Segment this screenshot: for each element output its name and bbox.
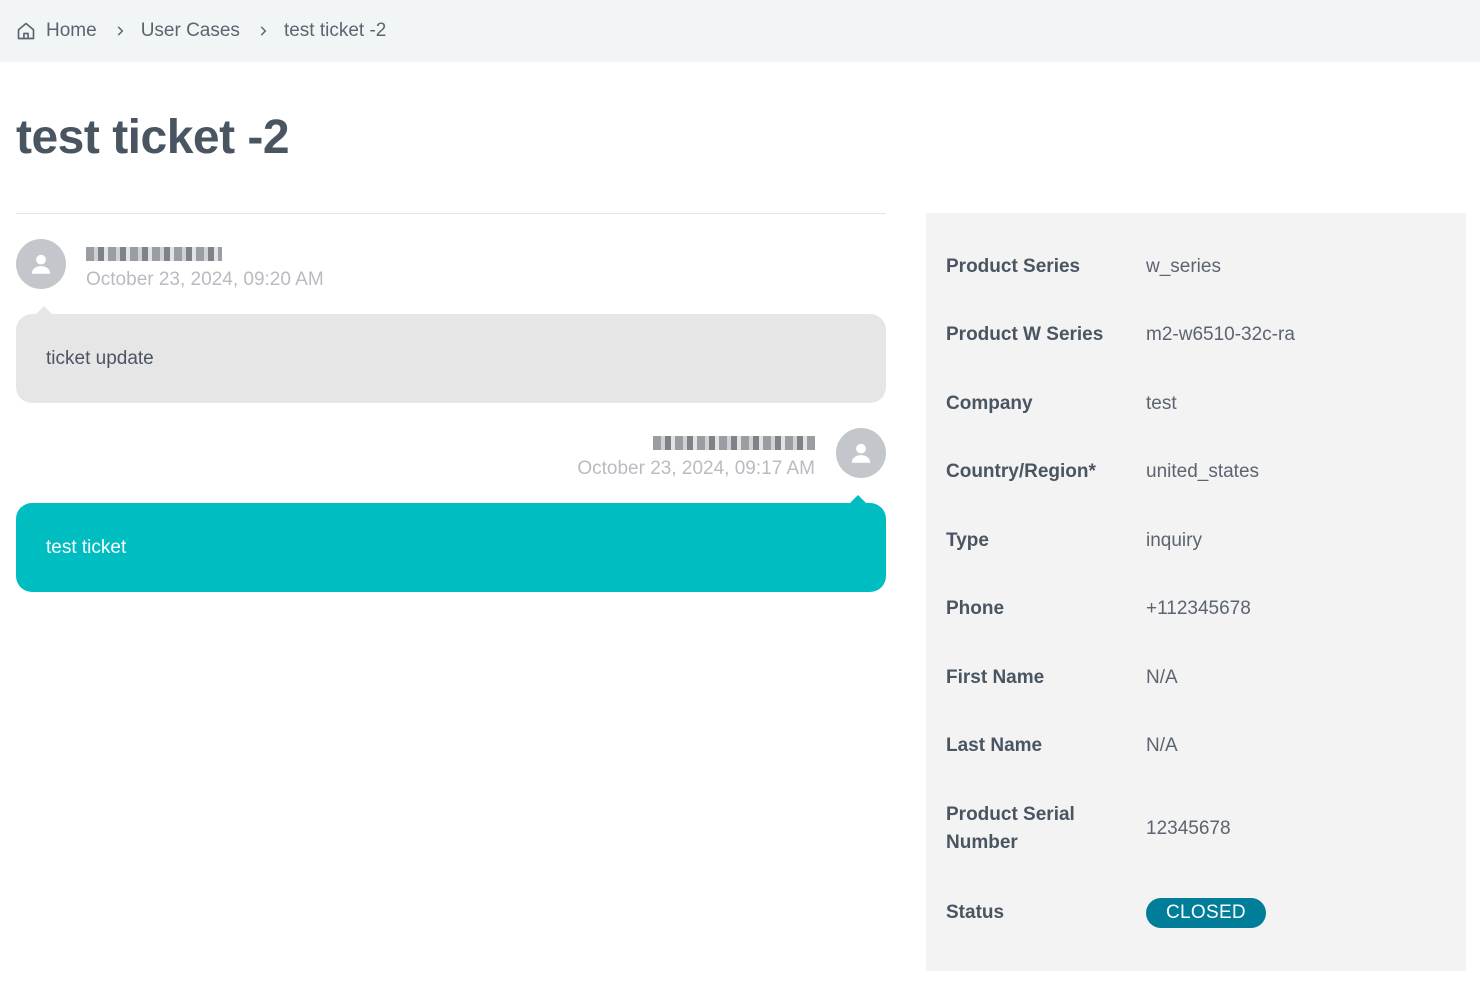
message-bubble: test ticket	[16, 495, 886, 592]
redacted-author-name	[653, 435, 815, 450]
detail-value: N/A	[1146, 735, 1178, 756]
message-time: October 23, 2024, 09:17 AM	[577, 458, 815, 479]
avatar	[836, 428, 886, 478]
bubble-tail	[850, 495, 866, 503]
breadcrumb-home-label: Home	[46, 20, 97, 41]
message-author	[653, 432, 815, 452]
breadcrumb-current: test ticket -2	[284, 20, 386, 42]
status-badge: CLOSED	[1146, 898, 1266, 928]
detail-row-last-name: Last Name N/A	[946, 732, 1446, 760]
detail-row-status: Status CLOSED	[946, 898, 1446, 928]
home-icon	[17, 22, 35, 40]
avatar	[16, 239, 66, 289]
detail-value: +112345678	[1146, 598, 1251, 619]
chevron-right-icon	[117, 26, 124, 36]
detail-value: 12345678	[1146, 818, 1231, 839]
detail-row-first-name: First Name N/A	[946, 664, 1446, 692]
message-author	[86, 243, 222, 263]
ticket-details-panel: Product Series w_series Product W Series…	[926, 213, 1466, 971]
detail-value: N/A	[1146, 667, 1178, 688]
detail-row-product-series: Product Series w_series	[946, 253, 1446, 281]
detail-row-product-serial-number: Product Serial Number 12345678	[946, 801, 1446, 857]
message-bubble: ticket update	[16, 306, 886, 403]
chevron-right-icon	[260, 26, 267, 36]
user-icon	[31, 254, 51, 274]
detail-label: Status	[946, 902, 1005, 923]
detail-value: w_series	[1146, 256, 1221, 277]
detail-label: Country/Region*	[946, 461, 1096, 482]
breadcrumb-user-cases[interactable]: User Cases	[141, 20, 240, 42]
detail-label: Product Series	[946, 256, 1081, 277]
divider	[16, 213, 886, 214]
breadcrumb-home[interactable]: Home	[16, 20, 97, 42]
detail-value: test	[1146, 393, 1177, 414]
detail-row-type: Type inquiry	[946, 527, 1446, 555]
detail-row-company: Company test	[946, 390, 1446, 418]
detail-value: inquiry	[1146, 530, 1202, 551]
detail-value: m2-w6510-32c-ra	[1146, 324, 1295, 345]
detail-label: Last Name	[946, 735, 1043, 756]
page-title: test ticket -2	[16, 111, 290, 164]
detail-label: Product W Series	[946, 324, 1104, 345]
message-text: test ticket	[46, 536, 127, 558]
breadcrumb-current-label: test ticket -2	[283, 20, 387, 41]
redacted-author-name	[86, 246, 222, 261]
breadcrumb-user-cases-label: User Cases	[140, 20, 240, 41]
detail-label: First Name	[946, 667, 1045, 688]
detail-label: Company	[946, 393, 1033, 414]
detail-row-country-region: Country/Region* united_states	[946, 458, 1446, 486]
message-text: ticket update	[46, 347, 154, 369]
user-icon	[851, 443, 871, 463]
detail-row-product-w-series: Product W Series m2-w6510-32c-ra	[946, 321, 1446, 349]
detail-label: Product Serial Number	[946, 804, 1075, 853]
detail-row-phone: Phone +112345678	[946, 595, 1446, 623]
detail-label: Phone	[946, 598, 1005, 619]
breadcrumb: Home User Cases test ticket -2	[0, 0, 1480, 62]
bubble-tail	[36, 306, 52, 314]
detail-value: united_states	[1146, 461, 1260, 482]
detail-label: Type	[946, 530, 989, 551]
message-time: October 23, 2024, 09:20 AM	[86, 269, 324, 290]
